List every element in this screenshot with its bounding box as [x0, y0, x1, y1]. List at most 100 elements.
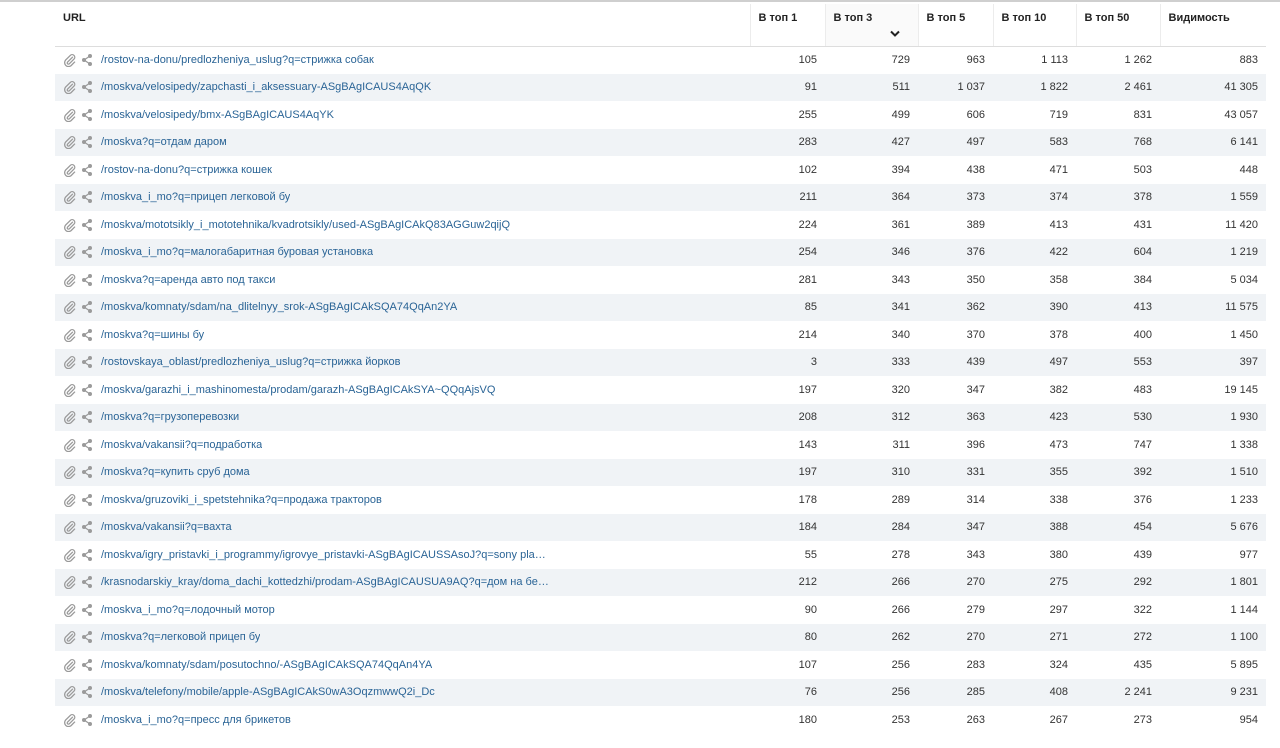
url-link[interactable]: /moskva/vakansii?q=вахта — [101, 521, 232, 533]
paperclip-icon[interactable] — [63, 190, 76, 205]
url-link[interactable]: /moskva?q=шины бу — [101, 329, 204, 341]
paperclip-icon[interactable] — [63, 245, 76, 260]
cell-top1: 85 — [750, 293, 825, 321]
cell-top5: 963 — [966, 54, 985, 66]
cell-visibility: 1 233 — [1230, 493, 1258, 506]
paperclip-icon[interactable] — [63, 658, 76, 672]
url-link[interactable]: /moskva/telefony/mobile/apple-ASgBAgICAk… — [101, 686, 435, 698]
paperclip-icon[interactable] — [63, 685, 76, 700]
share-icon[interactable] — [81, 630, 93, 644]
paperclip-icon[interactable] — [63, 465, 76, 480]
cell-top1: 224 — [798, 218, 817, 231]
share-icon[interactable] — [81, 245, 93, 259]
url-link[interactable]: /krasnodarskiy_kray/doma_dachi_kottedzhi… — [101, 576, 549, 588]
paperclip-icon[interactable] — [63, 355, 76, 370]
url-link[interactable]: /moskva/vakansii?q=подработка — [101, 439, 262, 451]
share-icon[interactable] — [81, 300, 93, 314]
share-icon[interactable] — [81, 685, 93, 699]
cell-visibility: 1 510 — [1160, 458, 1266, 486]
cell-top10: 297 — [1049, 603, 1068, 616]
url-link[interactable]: /moskva/komnaty/sdam/posutochno/-ASgBAgI… — [101, 659, 432, 671]
row-actions — [63, 53, 101, 67]
share-icon[interactable] — [81, 520, 93, 534]
cell-visibility: 1 219 — [1160, 238, 1266, 266]
table-row: /moskva?q=купить сруб дома 197 310 331 355 39… — [55, 458, 1266, 486]
share-icon[interactable] — [81, 658, 93, 672]
column-header-top50[interactable]: В топ 50 — [1076, 4, 1161, 47]
column-header-top1[interactable]: В топ 1 — [750, 4, 826, 47]
cell-top1: 281 — [798, 273, 817, 286]
url-link[interactable]: /moskva_i_mo?q=лодочный мотор — [101, 604, 275, 616]
url-cell: /rostov-na-donu?q=стрижка кошек — [55, 156, 750, 184]
url-link[interactable]: /moskva?q=аренда авто под такси — [101, 274, 275, 286]
share-icon[interactable] — [81, 108, 93, 122]
share-icon[interactable] — [81, 135, 93, 149]
paperclip-icon[interactable] — [63, 80, 76, 95]
url-link[interactable]: /moskva?q=купить сруб дома — [101, 466, 250, 478]
url-link[interactable]: /moskva/mototsikly_i_mototehnika/kvadrot… — [101, 219, 510, 231]
share-icon[interactable] — [81, 575, 93, 589]
cell-top3: 346 — [825, 238, 918, 266]
url-link[interactable]: /moskva/komnaty/sdam/na_dlitelnyy_srok-A… — [101, 301, 457, 313]
paperclip-icon[interactable] — [63, 493, 76, 507]
column-header-top3[interactable]: В топ 3 — [825, 4, 919, 47]
url-link[interactable]: /moskva?q=грузоперевозки — [101, 411, 239, 423]
paperclip-icon[interactable] — [63, 383, 76, 397]
share-icon[interactable] — [81, 273, 93, 287]
paperclip-icon[interactable] — [63, 410, 76, 425]
column-header-top5[interactable]: В топ 5 — [918, 4, 994, 47]
share-icon[interactable] — [81, 465, 93, 479]
paperclip-icon[interactable] — [63, 575, 76, 590]
share-icon[interactable] — [81, 493, 93, 507]
url-link[interactable]: /moskva_i_mo?q=малогабаритная буровая ус… — [101, 246, 373, 258]
paperclip-icon[interactable] — [63, 108, 76, 122]
paperclip-icon[interactable] — [63, 300, 76, 315]
paperclip-icon[interactable] — [63, 713, 76, 727]
url-link[interactable]: /moskva_i_mo?q=прицеп легковой бу — [101, 191, 290, 203]
cell-top50: 454 — [1076, 513, 1160, 541]
paperclip-icon[interactable] — [63, 273, 76, 287]
share-icon[interactable] — [81, 80, 93, 94]
url-link[interactable]: /moskva?q=легковой прицеп бу — [101, 631, 260, 643]
share-icon[interactable] — [81, 190, 93, 204]
share-icon[interactable] — [81, 603, 93, 617]
paperclip-icon[interactable] — [63, 548, 76, 562]
paperclip-icon[interactable] — [63, 438, 76, 452]
url-link[interactable]: /moskva/gruzoviki_i_spetstehnika?q=прода… — [101, 494, 382, 506]
url-link[interactable]: /moskva_i_mo?q=пресс для брикетов — [101, 714, 291, 726]
share-icon[interactable] — [81, 713, 93, 727]
share-icon[interactable] — [81, 53, 93, 67]
url-link[interactable]: /moskva/velosipedy/bmx-ASgBAgICAUS4AqYK — [101, 109, 334, 121]
paperclip-icon[interactable] — [63, 135, 76, 150]
share-icon[interactable] — [81, 163, 93, 177]
cell-top1: 197 — [798, 383, 817, 396]
cell-top5: 376 — [918, 238, 993, 266]
url-link[interactable]: /moskva?q=отдам даром — [101, 136, 227, 148]
url-link[interactable]: /moskva/igry_pristavki_i_programmy/igrov… — [101, 549, 549, 561]
url-link[interactable]: /rostovskaya_oblast/predlozheniya_uslug?… — [101, 356, 401, 368]
paperclip-icon[interactable] — [63, 218, 76, 232]
share-icon[interactable] — [81, 410, 93, 424]
column-header-url[interactable]: URL — [55, 4, 751, 47]
row-actions — [63, 438, 101, 452]
url-link[interactable]: /moskva/velosipedy/zapchasti_i_aksessuar… — [101, 81, 431, 93]
paperclip-icon[interactable] — [63, 53, 76, 67]
cell-top50: 553 — [1076, 348, 1160, 376]
column-header-visibility[interactable]: Видимость — [1160, 4, 1266, 47]
url-link[interactable]: /rostov-na-donu?q=стрижка кошек — [101, 164, 272, 176]
paperclip-icon[interactable] — [63, 520, 76, 535]
share-icon[interactable] — [81, 218, 93, 232]
paperclip-icon[interactable] — [63, 630, 76, 645]
share-icon[interactable] — [81, 328, 93, 342]
paperclip-icon[interactable] — [63, 603, 76, 617]
share-icon[interactable] — [81, 383, 93, 397]
cell-top5: 350 — [966, 273, 985, 286]
url-link[interactable]: /rostov-na-donu/predlozheniya_uslug?q=ст… — [101, 54, 374, 66]
share-icon[interactable] — [81, 438, 93, 452]
share-icon[interactable] — [81, 355, 93, 369]
column-header-top10[interactable]: В топ 10 — [993, 4, 1077, 47]
paperclip-icon[interactable] — [63, 328, 76, 342]
paperclip-icon[interactable] — [63, 163, 76, 177]
share-icon[interactable] — [81, 548, 93, 562]
url-link[interactable]: /moskva/garazhi_i_mashinomesta/prodam/ga… — [101, 384, 495, 396]
